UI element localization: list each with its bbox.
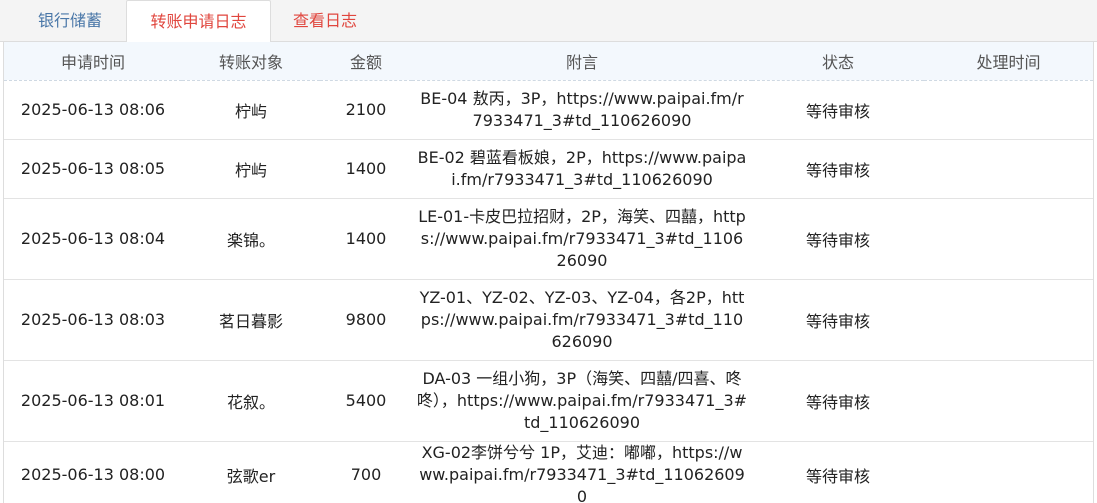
table-row: 2025-06-13 08:04 楽锦。 1400 LE-01-卡皮巴拉招财，2… (4, 198, 1093, 280)
cell-note: YZ-01、YZ-02、YZ-03、YZ-04，各2P，https://www.… (412, 279, 752, 361)
cell-amount: 1400 (320, 139, 412, 199)
cell-apply-time: 2025-06-13 08:01 (4, 360, 182, 442)
tab-bank-savings[interactable]: 银行储蓄 (14, 0, 126, 42)
cell-note: DA-03 一组小狗，3P（海笑、四囍/四喜、咚咚），https://www.p… (412, 360, 752, 442)
transfer-log-table: 申请时间 转账对象 金额 附言 状态 处理时间 2025-06-13 08:06… (4, 42, 1093, 503)
cell-apply-time: 2025-06-13 08:05 (4, 139, 182, 199)
cell-note: BE-02 碧蓝看板娘，2P，https://www.paipai.fm/r79… (412, 139, 752, 199)
cell-status: 等待审核 (752, 198, 924, 280)
cell-target: 花叙。 (182, 360, 320, 442)
cell-processed-time (924, 360, 1093, 442)
header-processed-time: 处理时间 (924, 42, 1093, 81)
cell-processed-time (924, 198, 1093, 280)
cell-amount: 9800 (320, 279, 412, 361)
cell-note: BE-04 敖丙，3P，https://www.paipai.fm/r79334… (412, 80, 752, 140)
table-row: 2025-06-13 08:06 柠屿 2100 BE-04 敖丙，3P，htt… (4, 80, 1093, 140)
cell-amount: 5400 (320, 360, 412, 442)
table-row: 2025-06-13 08:00 弦歌er 700 XG-02李饼兮兮 1P，艾… (4, 441, 1093, 503)
transfer-log-table-container: 申请时间 转账对象 金额 附言 状态 处理时间 2025-06-13 08:06… (3, 42, 1094, 503)
table-row: 2025-06-13 08:03 茗日暮影 9800 YZ-01、YZ-02、Y… (4, 279, 1093, 361)
cell-processed-time (924, 441, 1093, 503)
cell-processed-time (924, 139, 1093, 199)
cell-processed-time (924, 279, 1093, 361)
cell-apply-time: 2025-06-13 08:04 (4, 198, 182, 280)
cell-target: 茗日暮影 (182, 279, 320, 361)
cell-target: 楽锦。 (182, 198, 320, 280)
cell-target: 柠屿 (182, 80, 320, 140)
header-apply-time: 申请时间 (4, 42, 182, 81)
cell-amount: 2100 (320, 80, 412, 140)
tab-view-log[interactable]: 查看日志 (271, 0, 379, 42)
cell-status: 等待审核 (752, 441, 924, 503)
cell-apply-time: 2025-06-13 08:06 (4, 80, 182, 140)
header-note: 附言 (412, 42, 752, 81)
cell-status: 等待审核 (752, 279, 924, 361)
cell-apply-time: 2025-06-13 08:03 (4, 279, 182, 361)
table-row: 2025-06-13 08:01 花叙。 5400 DA-03 一组小狗，3P（… (4, 360, 1093, 442)
cell-amount: 700 (320, 441, 412, 503)
page-frame: 银行储蓄 转账申请日志 查看日志 申请时间 转账对象 金额 附言 状态 处理时间 (0, 0, 1097, 503)
cell-note: LE-01-卡皮巴拉招财，2P，海笑、四囍，https://www.paipai… (412, 198, 752, 280)
cell-amount: 1400 (320, 198, 412, 280)
tab-bar: 银行储蓄 转账申请日志 查看日志 (0, 0, 1097, 43)
table-row: 2025-06-13 08:05 柠屿 1400 BE-02 碧蓝看板娘，2P，… (4, 139, 1093, 199)
header-target: 转账对象 (182, 42, 320, 81)
cell-status: 等待审核 (752, 139, 924, 199)
cell-status: 等待审核 (752, 360, 924, 442)
cell-note: XG-02李饼兮兮 1P，艾迪：嘟嘟，https://www.paipai.fm… (412, 441, 752, 503)
table-header-row: 申请时间 转账对象 金额 附言 状态 处理时间 (4, 42, 1093, 81)
header-status: 状态 (752, 42, 924, 81)
cell-status: 等待审核 (752, 80, 924, 140)
cell-target: 柠屿 (182, 139, 320, 199)
tab-transfer-log[interactable]: 转账申请日志 (126, 0, 271, 43)
cell-target: 弦歌er (182, 441, 320, 503)
cell-apply-time: 2025-06-13 08:00 (4, 441, 182, 503)
header-amount: 金额 (320, 42, 412, 81)
cell-processed-time (924, 80, 1093, 140)
